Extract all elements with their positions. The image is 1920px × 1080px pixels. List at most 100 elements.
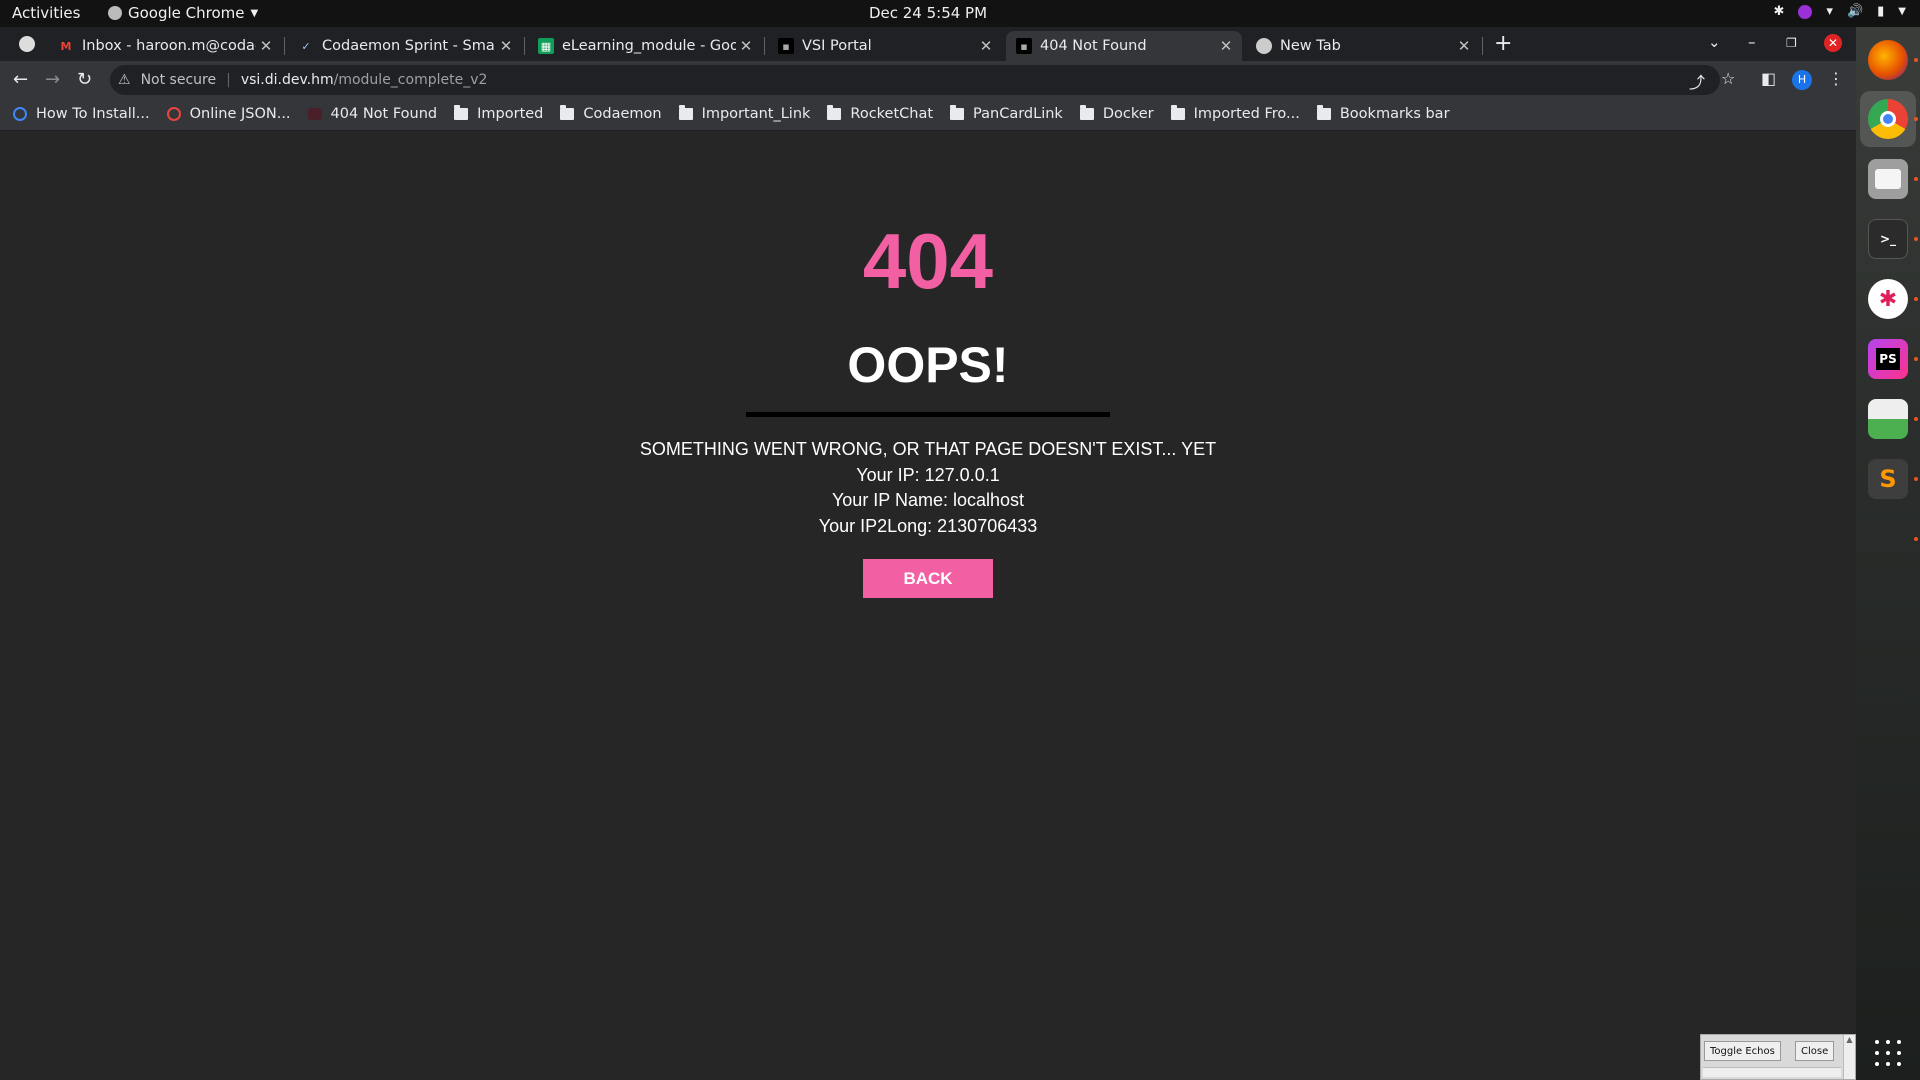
tab-inbox[interactable]: M Inbox - haroon.m@codaemon ✕ (48, 31, 282, 61)
close-icon[interactable]: ✕ (1454, 37, 1474, 55)
show-applications-grid-icon[interactable] (1875, 1040, 1901, 1066)
side-panel-icon[interactable]: ◧ (1761, 69, 1776, 88)
bookmark-404-not-found[interactable]: 404 Not Found (307, 106, 437, 122)
system-tray[interactable]: ✱ ▾ 🔊 ▮ ▼ (1774, 4, 1906, 19)
bookmark-label: PanCardLink (973, 106, 1063, 122)
bookmark-online-json[interactable]: Online JSON... (166, 106, 291, 122)
bookmark-folder-important-link[interactable]: Important_Link (678, 105, 810, 122)
new-tab-plus-icon[interactable]: + (1494, 31, 1512, 56)
site-icon (307, 108, 322, 120)
app-tray-icon[interactable] (1798, 4, 1813, 19)
tab-vsi-portal[interactable]: ▪ VSI Portal ✕ (768, 31, 1002, 61)
menu-kebab-icon[interactable]: ⋮ (1828, 69, 1844, 88)
tab-title: 404 Not Found (1040, 38, 1147, 54)
folder-icon (678, 105, 693, 120)
echo-close-button[interactable]: Close (1795, 1041, 1835, 1061)
running-indicator (1914, 477, 1918, 481)
tab-title: Codaemon Sprint - Smartsheet (322, 38, 496, 54)
folder-icon (1079, 105, 1094, 120)
tab-divider (1482, 37, 1483, 55)
bookmark-star-icon[interactable]: ☆ (1721, 69, 1735, 88)
tab-divider (524, 37, 525, 55)
grid-dot (1886, 1040, 1890, 1044)
battery-icon[interactable]: ▮ (1877, 4, 1884, 19)
tab-search-chrome-icon[interactable] (19, 36, 35, 52)
security-status[interactable]: Not secure (141, 72, 217, 88)
error-details: SOMETHING WENT WRONG, OR THAT PAGE DOESN… (0, 437, 1856, 539)
error-code: 404 (862, 217, 994, 305)
tab-strip: M Inbox - haroon.m@codaemon ✕ ✓ Codaemon… (0, 27, 1856, 61)
chevron-down-icon[interactable]: ▼ (1898, 6, 1906, 17)
back-arrow-icon[interactable]: ← (13, 69, 28, 90)
text-editor-icon[interactable] (1868, 399, 1908, 439)
slack-tray-icon[interactable]: ✱ (1774, 4, 1785, 19)
tab-404-not-found[interactable]: ▪ 404 Not Found ✕ (1006, 31, 1242, 61)
share-icon[interactable]: ⤴ (1689, 69, 1705, 93)
terminal-icon[interactable]: >_ (1868, 219, 1908, 259)
gmail-icon: M (60, 39, 72, 53)
running-indicator (1914, 417, 1918, 421)
running-indicator (1914, 297, 1918, 301)
running-indicator (1914, 177, 1918, 181)
toggle-echos-button[interactable]: Toggle Echos (1704, 1041, 1781, 1061)
warning-triangle-icon[interactable]: ⚠ (118, 72, 131, 88)
wifi-icon[interactable]: ▾ (1826, 4, 1833, 19)
firefox-icon[interactable] (1868, 40, 1908, 80)
reload-icon[interactable]: ↻ (77, 69, 92, 90)
grid-dot (1886, 1051, 1890, 1055)
clock[interactable]: Dec 24 5:54 PM (0, 4, 1856, 22)
ip-name-line: Your IP Name: localhost (831, 490, 1025, 510)
bookmark-how-to-install[interactable]: How To Install... (13, 106, 150, 122)
running-indicator (1914, 58, 1918, 62)
browser-toolbar: ← → ↻ ⚠ Not secure | vsi.di.dev.hm/modul… (0, 61, 1856, 98)
tab-search-chevron-icon[interactable]: ⌄ (1708, 33, 1721, 51)
close-icon[interactable]: ✕ (976, 37, 996, 55)
folder-icon (950, 105, 965, 120)
folder-icon (1316, 105, 1331, 120)
phpstorm-icon[interactable]: PS (1868, 339, 1908, 379)
grid-dot (1875, 1051, 1879, 1055)
slack-icon[interactable]: ✱ (1868, 279, 1908, 319)
grid-dot (1886, 1062, 1890, 1066)
grid-dot (1875, 1062, 1879, 1066)
sublime-icon[interactable]: S (1868, 459, 1908, 499)
bookmark-folder-bookmarks-bar[interactable]: Bookmarks bar (1316, 105, 1450, 122)
grid-dot (1875, 1040, 1879, 1044)
vsi-icon: ▪ (1016, 38, 1032, 54)
bookmark-folder-pancardlink[interactable]: PanCardLink (950, 105, 1063, 122)
smartsheet-icon: ✓ (301, 39, 311, 53)
running-indicator (1914, 237, 1918, 241)
bookmark-folder-imported[interactable]: Imported (454, 105, 544, 122)
forward-arrow-icon[interactable]: → (45, 69, 60, 90)
bookmarks-bar: How To Install... Online JSON... 404 Not… (0, 98, 1856, 131)
error-heading: OOPS! (847, 337, 1009, 393)
bookmark-folder-imported-from[interactable]: Imported Fro... (1170, 105, 1300, 122)
restore-icon[interactable]: ❐ (1786, 36, 1797, 50)
chrome-icon[interactable] (1868, 99, 1908, 139)
echo-horizontal-scrollbar[interactable] (1703, 1067, 1841, 1077)
window-close-icon[interactable]: ✕ (1824, 34, 1842, 52)
address-bar[interactable]: ⚠ Not secure | vsi.di.dev.hm/module_comp… (110, 65, 1720, 95)
tab-title: VSI Portal (802, 38, 872, 54)
close-icon[interactable]: ✕ (496, 37, 516, 55)
bookmark-label: Imported (477, 106, 544, 122)
tab-codaemon-sprint[interactable]: ✓ Codaemon Sprint - Smartsheet ✕ (288, 31, 522, 61)
tab-title: Inbox - haroon.m@codaemon (82, 38, 256, 54)
tab-elearning-module[interactable]: ▦ eLearning_module - Google Sheets ✕ (528, 31, 762, 61)
close-icon[interactable]: ✕ (256, 37, 276, 55)
back-button[interactable]: BACK (863, 559, 993, 598)
volume-icon[interactable]: 🔊 (1847, 4, 1863, 19)
close-icon[interactable]: ✕ (1216, 37, 1236, 55)
close-icon[interactable]: ✕ (736, 37, 756, 55)
bookmark-folder-docker[interactable]: Docker (1079, 105, 1154, 122)
profile-avatar[interactable]: H (1792, 70, 1812, 90)
bookmark-folder-codaemon[interactable]: Codaemon (560, 105, 662, 122)
url-path: /module_complete_v2 (333, 72, 488, 88)
minimize-icon[interactable]: – (1748, 33, 1756, 51)
echo-vertical-scrollbar[interactable]: ▲ (1843, 1035, 1855, 1079)
tab-new-tab[interactable]: New Tab ✕ (1246, 31, 1480, 61)
files-icon[interactable] (1868, 159, 1908, 199)
sheets-icon: ▦ (538, 38, 554, 54)
bookmark-folder-rocketchat[interactable]: RocketChat (827, 105, 933, 122)
folder-glyph-icon (1875, 169, 1901, 189)
